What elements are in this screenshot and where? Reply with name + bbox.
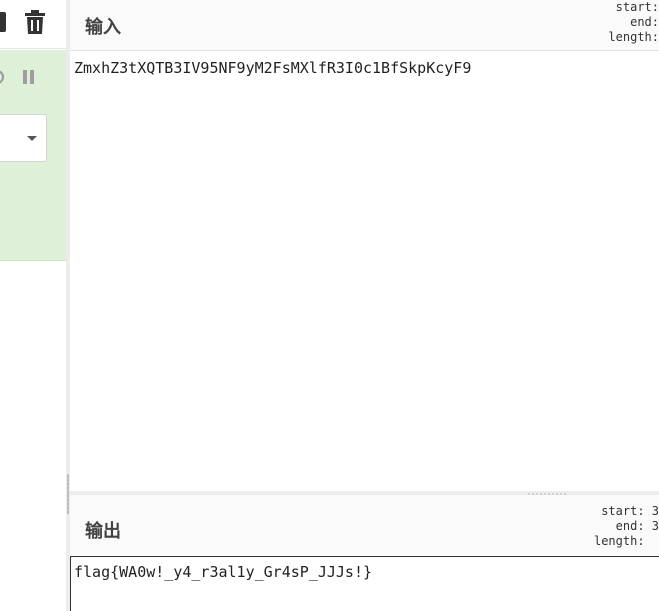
output-stats: start: 3 end: 3 length: xyxy=(594,504,659,549)
input-stats: start: end: length: xyxy=(608,0,659,45)
operation-dropdown[interactable] xyxy=(0,114,47,162)
input-stat-end: end: xyxy=(630,15,659,29)
output-title: 输出 xyxy=(85,521,121,541)
vertical-splitter-grip[interactable] xyxy=(67,474,69,514)
input-stat-start: start: xyxy=(615,0,659,14)
output-stat-length: length: xyxy=(593,534,659,548)
recipe-operation xyxy=(0,50,66,261)
recipe-panel xyxy=(0,0,67,611)
input-textarea[interactable]: ZmxhZ3tXQTB3IV95NF9yM2FsMXlfR3I0c1BfSkpK… xyxy=(74,59,471,77)
trash-icon[interactable] xyxy=(24,10,46,34)
output-stat-end: end: 3 xyxy=(615,519,659,533)
input-pane: 输入 start: end: length: ZmxhZ3tXQTB3IV95N… xyxy=(70,0,659,491)
input-header: 输入 start: end: length: xyxy=(70,0,659,51)
chevron-down-icon[interactable] xyxy=(27,136,37,141)
recipe-toolbar xyxy=(0,0,66,49)
output-stat-start: start: 3 xyxy=(601,504,659,518)
output-text: flag{WA0w!_y4_r3al1y_Gr4sP_JJJs!} xyxy=(74,563,373,581)
output-textarea[interactable]: flag{WA0w!_y4_r3al1y_Gr4sP_JJJs!} xyxy=(70,556,659,611)
save-icon[interactable] xyxy=(0,12,6,32)
output-pane: 输出 start: 3 end: 3 length: flag{WA0w!_y4… xyxy=(70,495,659,611)
pause-icon[interactable] xyxy=(22,70,36,84)
input-stat-length: length: xyxy=(608,30,659,44)
input-title: 输入 xyxy=(85,17,121,37)
output-header: 输出 start: 3 end: 3 length: xyxy=(70,495,659,555)
disable-icon[interactable] xyxy=(0,69,6,85)
app-window: 输入 start: end: length: ZmxhZ3tXQTB3IV95N… xyxy=(0,0,659,611)
